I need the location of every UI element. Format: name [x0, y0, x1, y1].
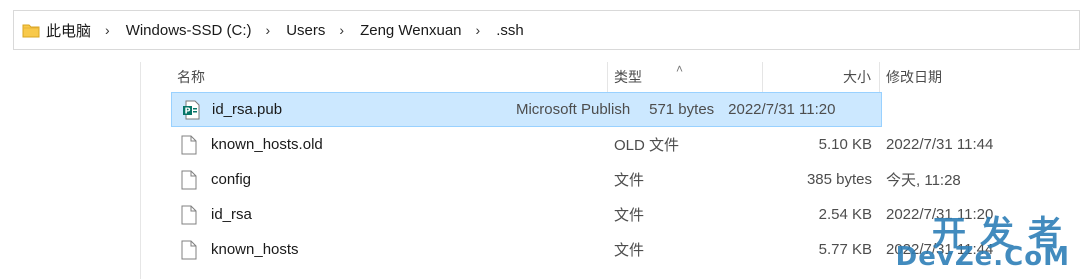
watermark-en-text: DevZe.CoM: [895, 242, 1070, 272]
file-name-cell: id_rsa: [171, 197, 608, 232]
file-type: OLD 文件: [614, 137, 680, 154]
file-icon: [181, 169, 199, 191]
file-row-config[interactable]: config 文件 385 bytes 今天, 11:28: [171, 162, 1084, 197]
file-icon: [181, 134, 199, 156]
chevron-right-icon[interactable]: ›: [258, 23, 281, 37]
file-name: id_rsa.pub: [212, 101, 283, 118]
column-header-type-label: 类型: [614, 69, 642, 85]
chevron-right-icon[interactable]: ›: [331, 23, 354, 37]
breadcrumb-this-pc[interactable]: 此电脑: [40, 20, 97, 41]
file-name: known_hosts: [211, 241, 299, 258]
file-type: Microsoft Publish...: [515, 101, 631, 118]
file-size: 5.10 KB: [818, 136, 872, 153]
column-header-name-label: 名称: [177, 69, 205, 85]
file-type: 文件: [614, 242, 645, 259]
file-name: id_rsa: [211, 206, 252, 223]
file-size: 385 bytes: [806, 171, 872, 188]
breadcrumb-users[interactable]: Users: [280, 22, 331, 39]
column-header-date[interactable]: 修改日期: [880, 62, 1084, 92]
file-name-cell: P id_rsa.pub: [172, 93, 510, 126]
file-size: 5.77 KB: [818, 241, 872, 258]
column-header-row: 名称 类型 ˄ 大小 修改日期: [171, 62, 1084, 92]
file-size: 2.54 KB: [818, 206, 872, 223]
column-header-type[interactable]: 类型 ˄: [608, 62, 763, 92]
svg-text:P: P: [185, 106, 191, 115]
chevron-right-icon[interactable]: ›: [468, 23, 491, 37]
address-bar[interactable]: 此电脑 › Windows-SSD (C:) › Users › Zeng We…: [13, 10, 1080, 50]
sort-ascending-icon: ˄: [676, 62, 684, 76]
file-icon: [181, 239, 199, 261]
file-name-cell: config: [171, 162, 608, 197]
file-name: config: [211, 171, 252, 188]
breadcrumb-ssh[interactable]: .ssh: [490, 22, 530, 39]
file-type: 文件: [614, 172, 645, 189]
file-name-cell: known_hosts: [171, 232, 608, 267]
file-type: 文件: [614, 207, 645, 224]
breadcrumb-user-folder[interactable]: Zeng Wenxuan: [354, 22, 467, 39]
file-date: 今天, 11:28: [886, 172, 961, 189]
column-header-size-label: 大小: [843, 69, 871, 85]
file-date: 2022/7/31 11:20: [728, 101, 836, 118]
column-header-name[interactable]: 名称: [171, 62, 608, 92]
column-header-size[interactable]: 大小: [763, 62, 880, 92]
watermark-logo: 开发者 DevZe.CoM: [896, 206, 1076, 276]
column-header-date-label: 修改日期: [886, 69, 942, 85]
file-name-cell: known_hosts.old: [171, 127, 608, 162]
file-date: 2022/7/31 11:44: [886, 136, 994, 153]
chevron-right-icon[interactable]: ›: [97, 23, 120, 37]
file-size: 571 bytes: [649, 101, 715, 118]
file-row-id-rsa-pub[interactable]: P id_rsa.pub Microsoft Publish... 571 by…: [171, 92, 882, 127]
file-row-known-hosts-old[interactable]: known_hosts.old OLD 文件 5.10 KB 2022/7/31…: [171, 127, 1084, 162]
file-name: known_hosts.old: [211, 136, 323, 153]
file-icon: [181, 204, 199, 226]
folder-icon: [22, 21, 40, 39]
breadcrumb-drive[interactable]: Windows-SSD (C:): [120, 22, 258, 39]
publisher-file-icon: P: [182, 99, 200, 121]
